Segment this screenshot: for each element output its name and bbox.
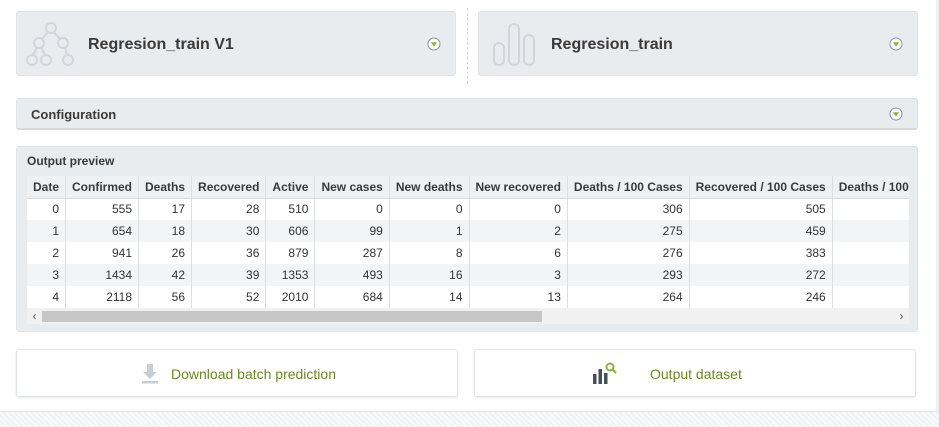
table-cell: 493 [314, 264, 390, 286]
table-cell: 684 [314, 286, 390, 308]
download-icon [142, 364, 158, 384]
table-cell: 1 [389, 220, 470, 242]
scroll-left-icon[interactable]: ‹ [27, 308, 42, 324]
model-title[interactable]: Regresion_train V1 [88, 36, 234, 54]
column-header[interactable]: Confirmed [65, 176, 140, 199]
column-header[interactable]: Recovered / 100 Cases [689, 176, 833, 199]
column-header[interactable]: Deaths / 100 Cases [567, 176, 690, 199]
column-header[interactable]: Recovered [191, 176, 267, 199]
table-cell: 0 [389, 198, 470, 220]
output-preview-table: Date Confirmed Deaths Recovered Active N… [27, 176, 909, 308]
table-cell: 606 [265, 220, 316, 242]
output-preview-title: Output preview [27, 154, 115, 168]
column-header[interactable]: Deaths / 100 Rec [832, 176, 909, 199]
table-header-row: Date Confirmed Deaths Recovered Active N… [27, 176, 909, 199]
table-cell: 306 [567, 198, 690, 220]
scroll-right-icon[interactable]: › [894, 308, 909, 324]
table-cell: 287 [314, 242, 390, 264]
table-cell: 13 [469, 286, 568, 308]
download-batch-prediction-label: Download batch prediction [171, 366, 336, 382]
download-batch-prediction-button[interactable]: Download batch prediction [16, 349, 458, 397]
table-cell [832, 264, 909, 286]
table-row: 1 654 18 30 606 99 1 2 275 459 [27, 220, 909, 242]
table-cell: 0 [469, 198, 568, 220]
table-cell: 99 [314, 220, 390, 242]
table-cell: 26 [138, 242, 193, 264]
dropdown-toggle-icon[interactable] [427, 37, 441, 51]
table-cell: 1353 [265, 264, 316, 286]
table-row: 0 555 17 28 510 0 0 0 306 505 [27, 198, 909, 220]
table-cell: 16 [389, 264, 470, 286]
table-row: 4 2118 56 52 2010 684 14 13 264 246 [27, 286, 909, 308]
footer-hatch [0, 411, 939, 427]
table-cell: 276 [567, 242, 690, 264]
table-cell: 459 [689, 220, 833, 242]
table-cell: 52 [191, 286, 267, 308]
table-cell: 383 [689, 242, 833, 264]
model-tree-icon [26, 22, 74, 66]
output-preview-table-viewport[interactable]: Date Confirmed Deaths Recovered Active N… [27, 176, 909, 308]
table-cell: 56 [138, 286, 193, 308]
table-cell: 272 [689, 264, 833, 286]
column-header[interactable]: New deaths [389, 176, 470, 199]
table-cell: 1 [27, 220, 67, 242]
table-cell: 246 [689, 286, 833, 308]
table-row: 3 1434 42 39 1353 493 16 3 293 272 [27, 264, 909, 286]
dropdown-toggle-icon[interactable] [889, 37, 903, 51]
table-cell: 3 [469, 264, 568, 286]
scrollbar-thumb[interactable] [42, 311, 542, 322]
table-cell [832, 220, 909, 242]
table-cell: 293 [567, 264, 690, 286]
configuration-title: Configuration [31, 107, 117, 122]
table-cell: 0 [314, 198, 390, 220]
table-cell: 30 [191, 220, 267, 242]
table-cell: 17 [138, 198, 193, 220]
configuration-panel[interactable]: Configuration [16, 98, 918, 130]
card-divider [467, 8, 468, 84]
dataset-title[interactable]: Regresion_train [551, 36, 673, 54]
table-cell: 36 [191, 242, 267, 264]
column-header[interactable]: Deaths [138, 176, 193, 199]
table-cell: 505 [689, 198, 833, 220]
table-cell: 1434 [65, 264, 140, 286]
table-cell: 264 [567, 286, 690, 308]
output-dataset-button[interactable]: Output dataset [474, 349, 916, 397]
table-cell: 941 [65, 242, 140, 264]
table-cell: 2 [469, 220, 568, 242]
table-cell: 6 [469, 242, 568, 264]
table-cell: 39 [191, 264, 267, 286]
table-cell: 8 [389, 242, 470, 264]
column-header[interactable]: Active [265, 176, 316, 199]
output-dataset-label: Output dataset [650, 366, 742, 382]
table-cell: 18 [138, 220, 193, 242]
dataset-card[interactable]: Regresion_train [478, 11, 918, 76]
dataset-search-icon [593, 362, 617, 384]
table-row: 2 941 26 36 879 287 8 6 276 383 [27, 242, 909, 264]
column-header[interactable]: Date [27, 176, 67, 199]
table-cell: 42 [138, 264, 193, 286]
output-preview-panel: Output preview Date Confirmed Deaths Rec… [16, 146, 918, 332]
table-cell: 510 [265, 198, 316, 220]
table-cell: 3 [27, 264, 67, 286]
horizontal-scrollbar[interactable]: ‹ › [27, 308, 909, 324]
table-cell: 0 [27, 198, 67, 220]
table-cell: 28 [191, 198, 267, 220]
table-cell: 555 [65, 198, 140, 220]
table-cell: 275 [567, 220, 690, 242]
column-header[interactable]: New recovered [469, 176, 568, 199]
table-cell [832, 198, 909, 220]
table-cell: 879 [265, 242, 316, 264]
table-cell: 2 [27, 242, 67, 264]
table-cell: 14 [389, 286, 470, 308]
model-card[interactable]: Regresion_train V1 [16, 11, 456, 76]
table-cell: 4 [27, 286, 67, 308]
table-cell: 654 [65, 220, 140, 242]
table-cell: 2118 [65, 286, 140, 308]
table-cell: 2010 [265, 286, 316, 308]
table-cell [832, 286, 909, 308]
table-cell [832, 242, 909, 264]
dataset-bars-icon [493, 23, 535, 66]
dropdown-toggle-icon[interactable] [889, 107, 903, 121]
column-header[interactable]: New cases [314, 176, 390, 199]
